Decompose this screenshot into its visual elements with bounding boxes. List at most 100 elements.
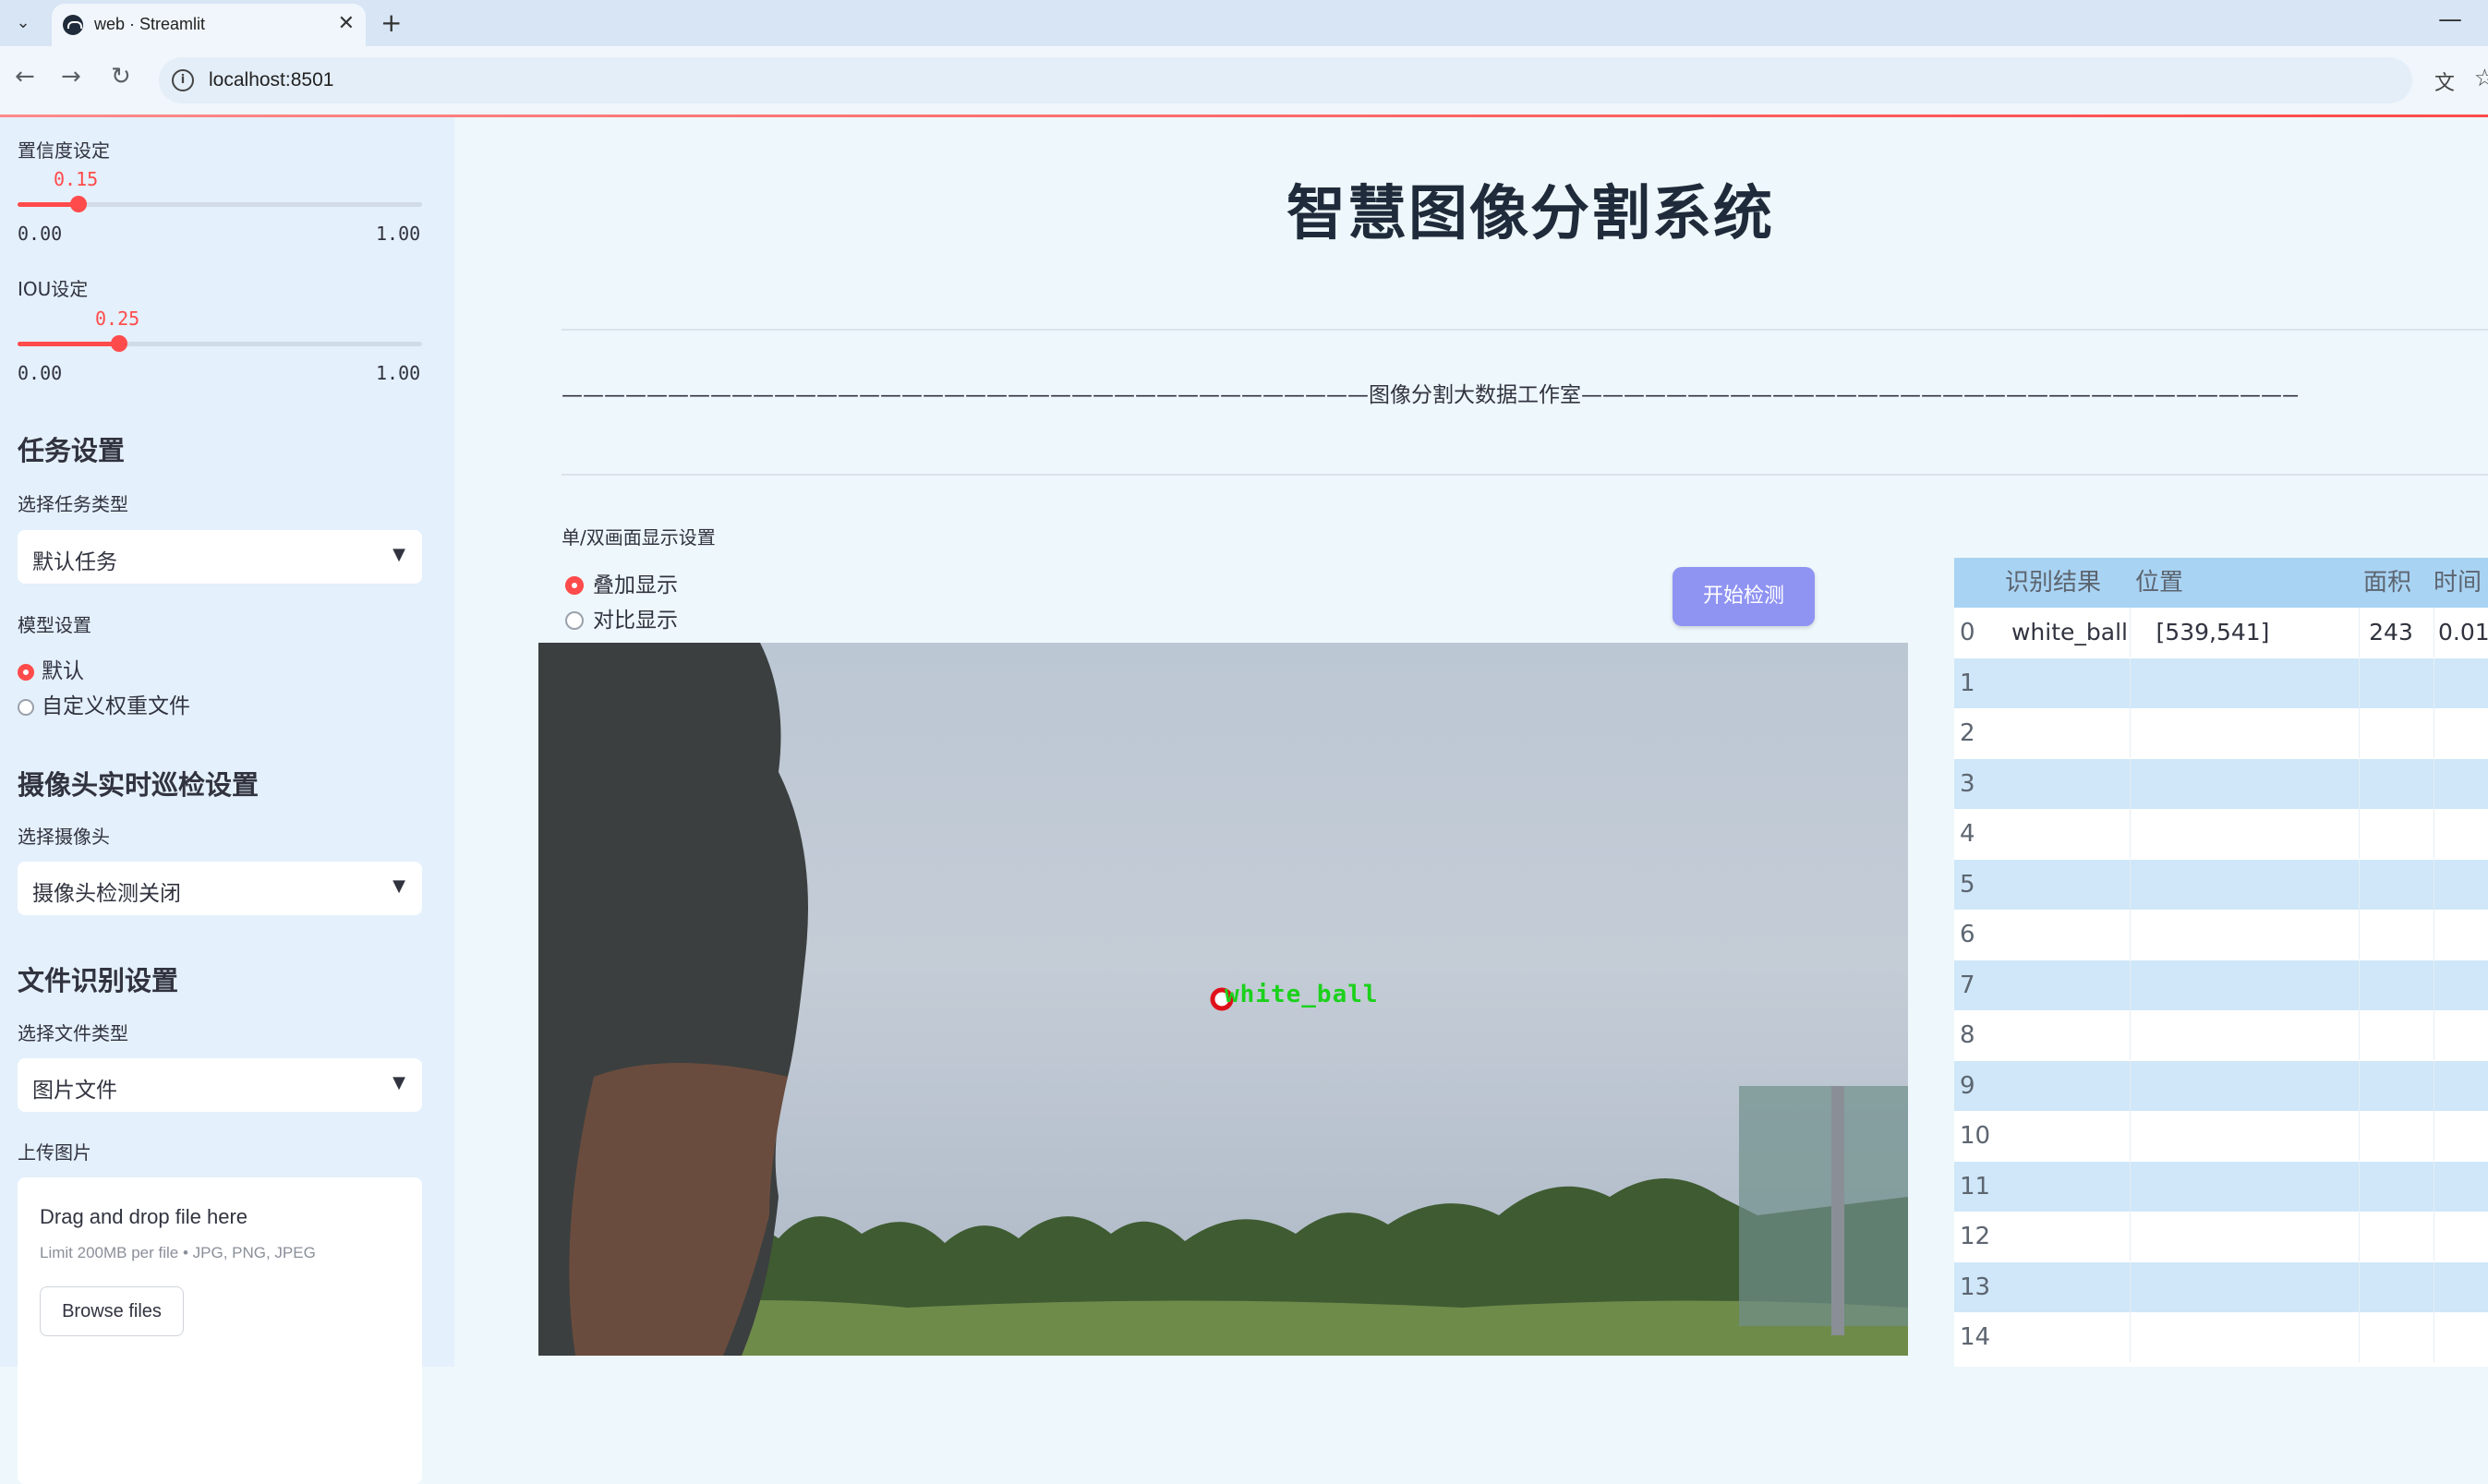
radio-selected-icon	[565, 576, 584, 595]
table-header-cell[interactable]: 面积	[2363, 558, 2411, 608]
minimize-icon[interactable]: —	[2438, 6, 2462, 33]
table-row[interactable]: 0 white_ball [539,541] 243 0.01	[1954, 608, 2488, 658]
table-row[interactable]: 8	[1954, 1010, 2488, 1060]
browser-tab[interactable]: web · Streamlit ✕	[52, 4, 366, 46]
browser-toolbar: ← → ↻ i localhost:8501 文 ☆	[0, 46, 2488, 115]
iou-slider[interactable]	[18, 335, 422, 352]
section-divider-text: ——————————————————————————————————————图像…	[562, 383, 2298, 407]
close-icon[interactable]: ✕	[338, 12, 355, 35]
table-row[interactable]: 2	[1954, 708, 2488, 758]
upload-label: 上传图片	[18, 1141, 91, 1164]
camera-settings-heading: 摄像头实时巡检设置	[18, 769, 260, 801]
chevron-down-icon: ▼	[393, 1073, 405, 1092]
confidence-max: 1.00	[376, 223, 421, 245]
camera-select-label: 选择摄像头	[18, 826, 110, 848]
table-row-index: 3	[1960, 769, 1975, 798]
table-column-separator	[2359, 859, 2360, 910]
file-settings-heading: 文件识别设置	[18, 965, 179, 996]
display-option-compare-label: 对比显示	[593, 609, 678, 633]
table-row[interactable]: 9	[1954, 1060, 2488, 1111]
model-option-default[interactable]: 默认	[18, 653, 84, 684]
camera-selected: 摄像头检测关闭	[32, 882, 181, 906]
table-column-separator	[2130, 1010, 2131, 1060]
table-row[interactable]: 6	[1954, 910, 2488, 959]
table-column-separator	[2130, 1060, 2131, 1111]
table-row[interactable]: 7	[1954, 959, 2488, 1010]
table-column-separator	[2359, 1060, 2360, 1111]
table-row-index: 0	[1960, 619, 1975, 646]
address-bar[interactable]: i localhost:8501 文 ☆	[159, 57, 2488, 103]
table-column-separator	[2359, 809, 2360, 859]
file-uploader-dropzone[interactable]: Drag and drop file here Limit 200MB per …	[18, 1177, 422, 1484]
iou-label: IOU设定	[18, 278, 89, 300]
radio-unselected-icon	[18, 699, 34, 716]
tab-menu-icon[interactable]: ⌄	[7, 7, 39, 39]
table-cell-area: 243	[2369, 619, 2413, 645]
table-column-separator	[2359, 1010, 2360, 1060]
display-option-overlay[interactable]: 叠加显示	[565, 567, 678, 598]
table-row-index: 4	[1960, 820, 1975, 848]
table-row-index: 2	[1960, 719, 1975, 747]
uploader-title: Drag and drop file here	[40, 1205, 248, 1228]
table-row[interactable]: 5	[1954, 859, 2488, 910]
table-row[interactable]: 11	[1954, 1161, 2488, 1212]
translate-icon[interactable]: 文	[2434, 66, 2455, 96]
camera-select[interactable]: 摄像头检测关闭 ▼	[18, 862, 422, 915]
model-settings-label: 模型设置	[18, 614, 91, 636]
table-row[interactable]: 12	[1954, 1212, 2488, 1261]
task-type-label: 选择任务类型	[18, 493, 128, 515]
table-header-cell[interactable]: 位置	[2135, 558, 2183, 608]
back-arrow-icon[interactable]: ←	[15, 63, 35, 90]
table-row-index: 14	[1960, 1323, 1991, 1351]
table-row[interactable]: 4	[1954, 809, 2488, 859]
task-type-selected: 默认任务	[32, 550, 117, 574]
display-option-compare[interactable]: 对比显示	[565, 602, 678, 633]
start-detection-button[interactable]: 开始检测	[1673, 567, 1815, 626]
file-type-select[interactable]: 图片文件 ▼	[18, 1058, 422, 1112]
plus-icon[interactable]: +	[380, 7, 402, 38]
table-column-separator	[2359, 1312, 2360, 1362]
table-column-separator	[2359, 1212, 2360, 1261]
tab-title: web · Streamlit	[94, 15, 206, 33]
results-table[interactable]: 识别结果 位置 面积 时间 0 white_ball [539,541] 243 0.01 1 2 3…	[1954, 558, 2488, 1367]
table-row-index: 7	[1960, 971, 1975, 999]
model-option-custom[interactable]: 自定义权重文件	[18, 688, 190, 719]
table-header-cell[interactable]: 时间	[2434, 558, 2482, 608]
table-row[interactable]: 1	[1954, 658, 2488, 708]
forward-arrow-icon[interactable]: →	[61, 63, 81, 90]
iou-slider-thumb[interactable]	[111, 335, 127, 352]
table-row[interactable]: 14	[1954, 1312, 2488, 1362]
table-row[interactable]: 13	[1954, 1261, 2488, 1312]
table-column-separator	[2130, 959, 2131, 1010]
table-column-separator	[2130, 1261, 2131, 1312]
table-column-separator	[2130, 809, 2131, 859]
confidence-slider[interactable]	[18, 196, 422, 212]
divider-top	[562, 329, 2488, 331]
table-cell-position: [539,541]	[2156, 619, 2270, 645]
detection-label: white_ball	[1225, 981, 1379, 1008]
confidence-label: 置信度设定	[18, 139, 110, 162]
star-icon[interactable]: ☆	[2474, 65, 2488, 92]
browse-files-button[interactable]: Browse files	[40, 1286, 184, 1336]
table-cell-result: white_ball	[2011, 619, 2128, 645]
table-column-separator	[2130, 1312, 2131, 1362]
confidence-slider-thumb[interactable]	[70, 196, 87, 212]
table-header-row: 识别结果 位置 面积 时间	[1954, 558, 2488, 608]
chevron-down-icon: ▼	[393, 876, 405, 896]
info-icon[interactable]: i	[172, 69, 194, 91]
table-row[interactable]: 10	[1954, 1111, 2488, 1161]
table-row-index: 10	[1960, 1122, 1991, 1150]
display-option-overlay-label: 叠加显示	[593, 573, 678, 597]
reload-icon[interactable]: ↻	[111, 63, 131, 90]
page-title: 智慧图像分割系统	[1286, 180, 1774, 248]
table-header-cell[interactable]: 识别结果	[2005, 558, 2101, 608]
radio-unselected-icon	[565, 611, 584, 630]
table-column-separator	[2359, 1161, 2360, 1212]
confidence-min: 0.00	[18, 223, 63, 245]
task-type-select[interactable]: 默认任务 ▼	[18, 530, 422, 584]
table-column-separator	[2130, 1161, 2131, 1212]
table-row[interactable]: 3	[1954, 758, 2488, 809]
confidence-value: 0.15	[54, 168, 99, 190]
table-row-index: 12	[1960, 1223, 1991, 1250]
url-text[interactable]: localhost:8501	[209, 69, 333, 91]
